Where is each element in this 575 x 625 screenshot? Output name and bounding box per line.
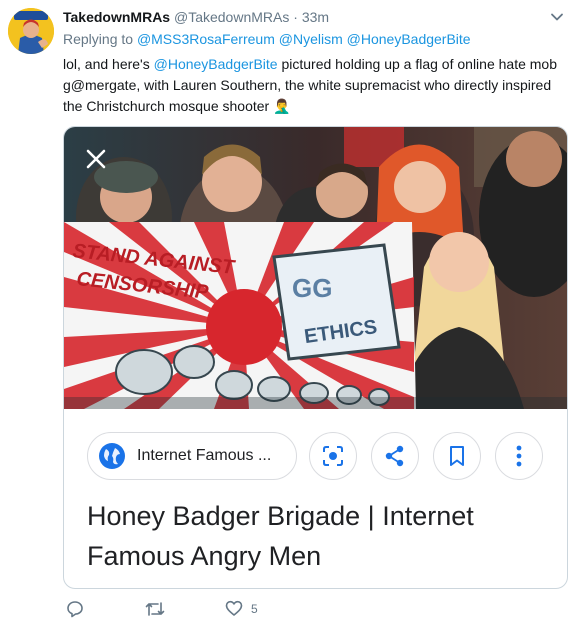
separator-dot: · <box>293 9 298 25</box>
flag-logo-text: GG <box>292 273 332 303</box>
share-button[interactable] <box>371 432 419 480</box>
tweet-header: TakedownMRAs @TakedownMRAs · 33m <box>63 9 329 25</box>
like-button[interactable]: 5 <box>225 600 258 617</box>
attached-image[interactable]: GG ETHICS STAND AGAINST CENSORSHIP Inter… <box>63 126 568 589</box>
retweet-button[interactable] <box>145 600 165 618</box>
tweet-timestamp[interactable]: 33m <box>302 9 329 25</box>
tweet-text-part: lol, and here's <box>63 56 154 72</box>
reply-button[interactable] <box>66 600 84 618</box>
card-title[interactable]: Honey Badger Brigade | Internet Famous A… <box>87 496 557 576</box>
avatar[interactable] <box>8 8 54 54</box>
bookmark-button[interactable] <box>433 432 481 480</box>
source-label: Internet Famous ... <box>137 447 272 464</box>
tweet-text: lol, and here's @HoneyBadgerBite picture… <box>63 54 563 117</box>
retweet-icon <box>145 602 165 616</box>
lens-button[interactable] <box>309 432 357 480</box>
reply-mention[interactable]: @Nyelism <box>279 31 343 47</box>
avatar-image <box>8 8 54 54</box>
replying-to: Replying to @MSS3RosaFerreum @Nyelism @H… <box>63 31 471 47</box>
reply-icon <box>67 601 83 618</box>
group-photo: GG ETHICS STAND AGAINST CENSORSHIP <box>64 127 567 409</box>
source-chip[interactable]: Internet Famous ... <box>87 432 297 480</box>
replying-to-label: Replying to <box>63 31 134 47</box>
display-name[interactable]: TakedownMRAs <box>63 9 170 25</box>
facepalm-emoji: 🤦‍♂️ <box>273 98 291 114</box>
lens-icon <box>323 446 343 466</box>
like-count: 5 <box>251 601 258 616</box>
globe-icon <box>99 443 125 469</box>
reply-mention[interactable]: @MSS3RosaFerreum <box>137 31 275 47</box>
reply-mention[interactable]: @HoneyBadgerBite <box>347 31 471 47</box>
more-options-button[interactable] <box>495 432 543 480</box>
bookmark-icon <box>450 446 464 466</box>
user-handle[interactable]: @TakedownMRAs <box>174 9 289 25</box>
chevron-down-icon[interactable] <box>550 10 564 24</box>
heart-icon <box>225 600 243 616</box>
close-icon[interactable] <box>84 147 108 171</box>
share-icon <box>385 445 404 467</box>
more-vertical-icon <box>516 445 522 467</box>
text-mention[interactable]: @HoneyBadgerBite <box>154 56 278 72</box>
